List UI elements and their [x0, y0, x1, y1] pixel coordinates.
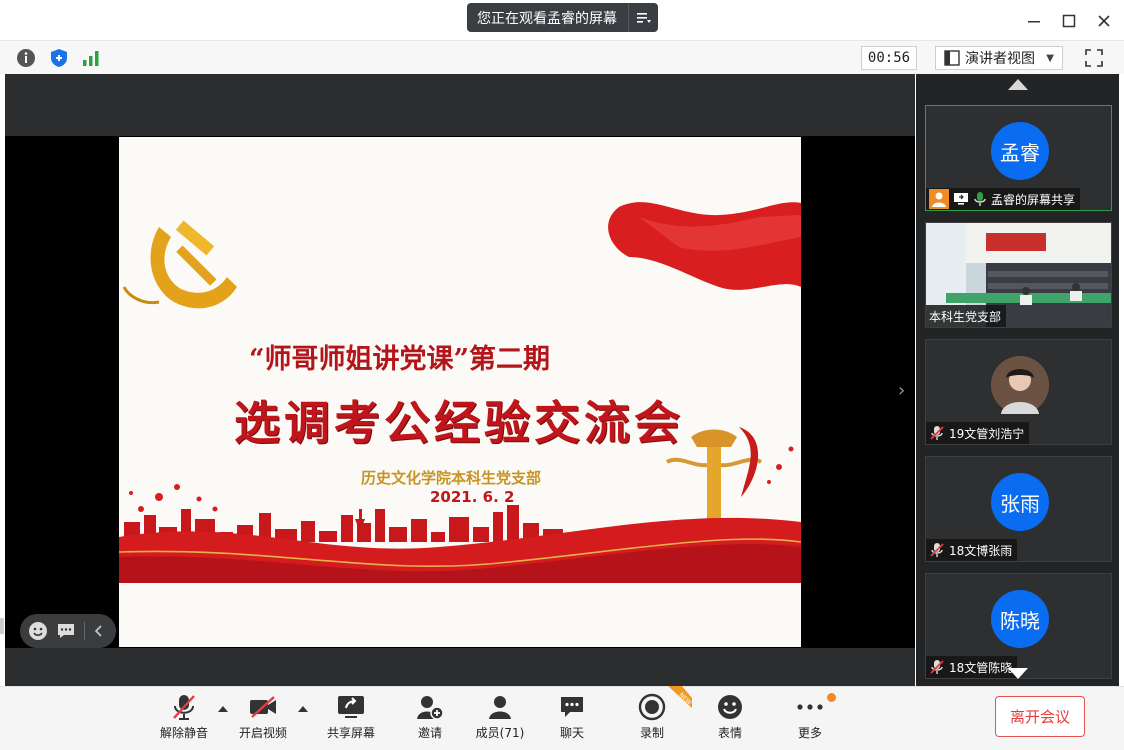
emoji-reaction-button[interactable]: 表情 — [710, 692, 750, 746]
participant-tile[interactable]: 孟睿 孟睿的屏幕共享 — [925, 105, 1112, 211]
microphone-icon — [974, 192, 986, 206]
view-mode-dropdown[interactable]: 演讲者视图 ▼ — [935, 46, 1063, 70]
record-icon — [638, 693, 666, 721]
participant-tile[interactable]: 陈晓 18文管陈晓 — [925, 573, 1112, 679]
chevron-down-icon: ▼ — [1046, 52, 1054, 64]
new-badge-icon: NEW — [668, 686, 692, 708]
avatar: 陈晓 — [991, 590, 1049, 648]
chat-bubble-icon[interactable] — [56, 621, 76, 641]
host-user-icon — [929, 189, 949, 209]
chat-button[interactable]: 聊天 — [552, 692, 592, 746]
shared-screen-area: “师哥师姐讲党课”第二期 选调考公经验交流会 历史文化学院本科生党支部 2021… — [5, 74, 915, 686]
avatar: 张雨 — [991, 473, 1049, 531]
avatar — [991, 356, 1049, 414]
meeting-toolbar: 00:56 演讲者视图 ▼ — [0, 40, 1124, 74]
more-dots-icon — [797, 704, 823, 710]
emoji-face-icon — [718, 695, 742, 719]
chevron-up-icon[interactable] — [298, 706, 308, 712]
banner-menu-icon[interactable] — [628, 3, 658, 32]
participant-tile[interactable]: 本科生党支部 — [925, 222, 1112, 328]
scroll-up-arrow-icon[interactable] — [1008, 79, 1028, 90]
avatar: 孟睿 — [991, 122, 1049, 180]
screen-share-icon — [954, 193, 968, 205]
chevron-up-icon[interactable] — [218, 706, 228, 712]
notification-dot — [827, 693, 836, 702]
participant-label: 19文管刘浩宁 — [926, 422, 1030, 444]
emoji-face-icon[interactable] — [28, 621, 48, 641]
participant-tile[interactable]: 19文管刘浩宁 — [925, 339, 1112, 445]
camera-off-icon — [250, 696, 276, 718]
speaker-view-icon — [944, 50, 960, 66]
slide-date: 2021. 6. 2 — [430, 488, 515, 506]
microphone-muted-icon — [930, 660, 944, 674]
slide-organizer: 历史文化学院本科生党支部 — [361, 469, 542, 487]
party-emblem-icon — [122, 220, 237, 309]
microphone-muted-icon — [930, 543, 944, 557]
participant-label: 本科生党支部 — [926, 305, 1007, 327]
leave-meeting-button[interactable]: 离开会议 — [995, 696, 1085, 737]
scroll-down-arrow-icon[interactable] — [1008, 668, 1028, 679]
members-button[interactable]: 成员(71) — [472, 692, 528, 746]
meeting-timer: 00:56 — [861, 46, 917, 70]
slide-title: 选调考公经验交流会 — [234, 396, 684, 450]
members-icon — [489, 696, 511, 719]
svg-text:NEW: NEW — [678, 691, 692, 706]
info-icon[interactable] — [14, 46, 38, 70]
microphone-muted-icon — [930, 426, 944, 440]
participant-label: 18文管陈晓 — [926, 656, 1018, 678]
unmute-button[interactable]: 解除静音 — [156, 692, 212, 746]
participant-label: 18文博张雨 — [926, 539, 1018, 561]
share-screen-icon — [338, 696, 364, 718]
presentation-slide: “师哥师姐讲党课”第二期 选调考公经验交流会 历史文化学院本科生党支部 2021… — [119, 137, 801, 647]
more-button[interactable]: 更多 — [790, 692, 830, 746]
chevron-right-icon[interactable]: › — [898, 380, 905, 401]
participant-label: 孟睿的屏幕共享 — [926, 188, 1081, 210]
screen-share-banner[interactable]: 您正在观看孟睿的屏幕 — [467, 3, 658, 32]
security-shield-icon[interactable] — [47, 46, 71, 70]
participant-tile[interactable]: 张雨 18文博张雨 — [925, 456, 1112, 562]
banner-text: 您正在观看孟睿的屏幕 — [477, 10, 617, 27]
title-bar: 您正在观看孟睿的屏幕 — [0, 0, 1124, 40]
signal-strength-icon[interactable] — [79, 46, 103, 70]
minimize-button[interactable] — [1021, 8, 1047, 34]
microphone-muted-icon — [173, 695, 195, 720]
share-screen-button[interactable]: 共享屏幕 — [321, 692, 381, 746]
fullscreen-button[interactable] — [1082, 46, 1106, 70]
slide-subtitle: “师哥师姐讲党课”第二期 — [249, 344, 551, 375]
close-button[interactable] — [1091, 8, 1117, 34]
view-mode-label: 演讲者视图 — [965, 51, 1035, 67]
invite-button[interactable]: 邀请 — [410, 692, 450, 746]
chat-bubble-icon — [561, 697, 583, 717]
floating-control-pill — [20, 614, 116, 648]
chevron-left-icon[interactable] — [93, 624, 105, 638]
maximize-button[interactable] — [1056, 8, 1082, 34]
start-video-button[interactable]: 开启视频 — [235, 692, 291, 746]
add-user-icon — [417, 696, 444, 720]
